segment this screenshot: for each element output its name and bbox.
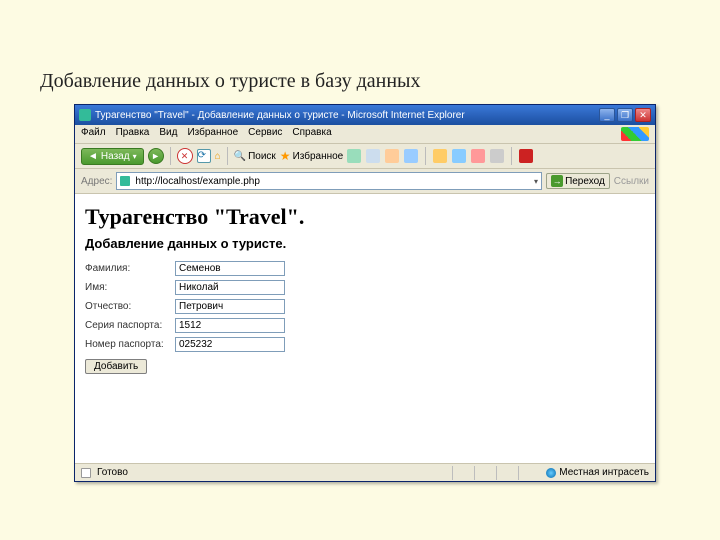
antivirus-icon[interactable]: [519, 149, 533, 163]
separator: [425, 147, 426, 165]
media-icon[interactable]: [347, 149, 361, 163]
row-lastname: Фамилия:: [85, 261, 645, 276]
page-content: Турагенство "Travel". Добавление данных …: [75, 194, 655, 463]
forward-button[interactable]: ►: [148, 148, 164, 164]
back-label: Назад: [101, 151, 130, 162]
window-controls: _ ❐ ✕: [599, 108, 651, 122]
back-button[interactable]: ◄ Назад ▾: [81, 148, 144, 165]
input-patronymic[interactable]: [175, 299, 285, 314]
app-icon-2[interactable]: [490, 149, 504, 163]
back-arrow-icon: ◄: [88, 151, 98, 162]
chevron-down-icon: ▾: [133, 152, 137, 161]
slide-title: Добавление данных о туристе в базу данны…: [0, 0, 720, 101]
label-firstname: Имя:: [85, 282, 175, 293]
menu-bar: Файл Правка Вид Избранное Сервис Справка: [75, 125, 655, 144]
menu-file[interactable]: Файл: [81, 127, 106, 141]
page-title: Турагенство "Travel".: [85, 204, 645, 230]
refresh-button[interactable]: ⟳: [197, 149, 211, 163]
address-dropdown-icon[interactable]: ▾: [534, 177, 538, 186]
ie-icon: [79, 109, 91, 121]
menu-favorites[interactable]: Избранное: [187, 127, 238, 141]
done-icon: [81, 468, 91, 478]
search-button[interactable]: 🔍 Поиск: [234, 151, 276, 162]
label-passport-number: Номер паспорта:: [85, 339, 175, 350]
minimize-button[interactable]: _: [599, 108, 615, 122]
search-icon: 🔍: [234, 151, 246, 162]
row-patronymic: Отчество:: [85, 299, 645, 314]
separator: [227, 147, 228, 165]
address-input-wrap[interactable]: ▾: [116, 172, 542, 190]
toolbar-misc: [347, 147, 533, 165]
person-icon[interactable]: [452, 149, 466, 163]
ie-window: Турагенство "Travel" - Добавление данных…: [74, 104, 656, 482]
favorites-button[interactable]: ★ Избранное: [280, 149, 343, 163]
separator: [511, 147, 512, 165]
status-cells: [452, 466, 540, 480]
label-patronymic: Отчество:: [85, 301, 175, 312]
menu-view[interactable]: Вид: [159, 127, 177, 141]
status-text: Готово: [97, 467, 128, 478]
address-label: Адрес:: [81, 176, 112, 187]
history-icon[interactable]: [366, 149, 380, 163]
address-input[interactable]: [133, 175, 531, 188]
maximize-button[interactable]: ❐: [617, 108, 633, 122]
go-button[interactable]: → Переход: [546, 173, 610, 189]
home-button[interactable]: ⌂: [215, 151, 221, 162]
close-button[interactable]: ✕: [635, 108, 651, 122]
search-label: Поиск: [248, 151, 276, 162]
label-passport-series: Серия паспорта:: [85, 320, 175, 331]
input-passport-number[interactable]: [175, 337, 285, 352]
menu-help[interactable]: Справка: [292, 127, 331, 141]
toolbar: ◄ Назад ▾ ► ✕ ⟳ ⌂ 🔍 Поиск ★ Избранное: [75, 144, 655, 169]
label-lastname: Фамилия:: [85, 263, 175, 274]
menu-edit[interactable]: Правка: [116, 127, 150, 141]
app-icon[interactable]: [471, 149, 485, 163]
status-bar: Готово Местная интрасеть: [75, 463, 655, 481]
submit-button[interactable]: Добавить: [85, 359, 147, 374]
separator: [170, 147, 171, 165]
titlebar: Турагенство "Travel" - Добавление данных…: [75, 105, 655, 125]
folder-icon[interactable]: [433, 149, 447, 163]
print-icon[interactable]: [404, 149, 418, 163]
input-firstname[interactable]: [175, 280, 285, 295]
input-passport-series[interactable]: [175, 318, 285, 333]
stop-button[interactable]: ✕: [177, 148, 193, 164]
windows-logo-icon: [621, 127, 649, 141]
star-icon: ★: [280, 149, 291, 163]
input-lastname[interactable]: [175, 261, 285, 276]
zone-label: Местная интрасеть: [559, 467, 649, 478]
row-passport-series: Серия паспорта:: [85, 318, 645, 333]
go-arrow-icon: →: [551, 175, 563, 187]
intranet-icon: [546, 468, 556, 478]
row-passport-number: Номер паспорта:: [85, 337, 645, 352]
favorites-label: Избранное: [293, 151, 344, 162]
mail-icon[interactable]: [385, 149, 399, 163]
row-firstname: Имя:: [85, 280, 645, 295]
page-subtitle: Добавление данных о туристе.: [85, 236, 645, 251]
address-bar: Адрес: ▾ → Переход Ссылки: [75, 169, 655, 194]
window-title: Турагенство "Travel" - Добавление данных…: [95, 110, 595, 121]
menu-tools[interactable]: Сервис: [248, 127, 282, 141]
page-icon: [120, 176, 130, 186]
go-label: Переход: [565, 176, 605, 187]
security-zone: Местная интрасеть: [546, 467, 649, 478]
links-label[interactable]: Ссылки: [614, 176, 649, 187]
